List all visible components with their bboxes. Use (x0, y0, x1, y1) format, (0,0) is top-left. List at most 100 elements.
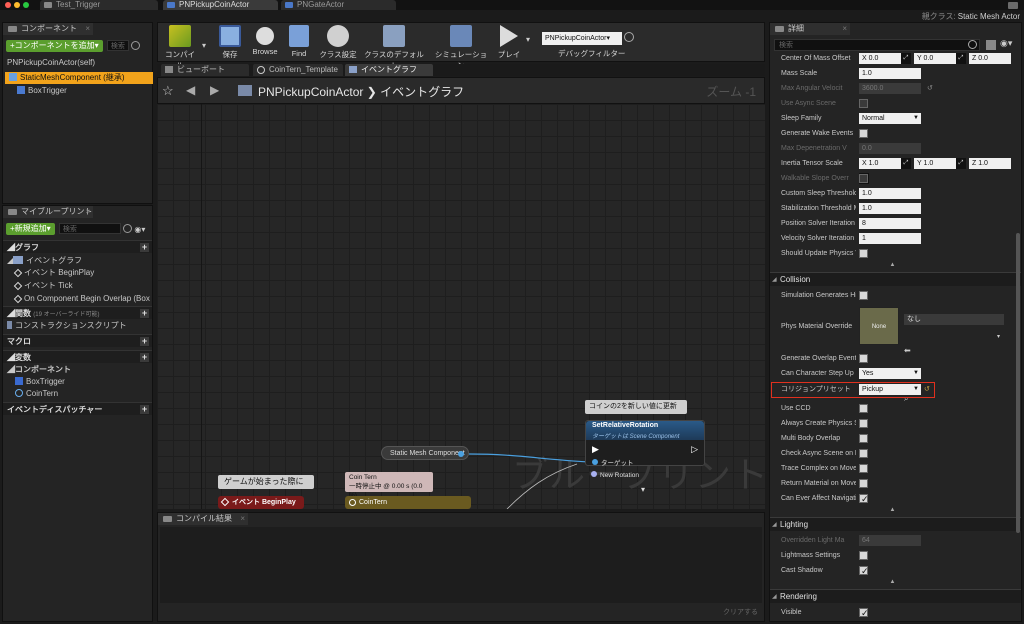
close-icon[interactable]: × (240, 513, 245, 525)
node-event-beginplay[interactable]: イベント BeginPlay (218, 496, 304, 509)
class-settings-button[interactable]: クラス設定 (316, 25, 360, 60)
checkbox[interactable] (859, 403, 868, 413)
property-value[interactable]: 1 (859, 231, 921, 246)
zoom-window-button[interactable] (23, 2, 29, 8)
property-value[interactable] (859, 96, 868, 111)
vector-arrow-icon[interactable]: ⤢ (956, 157, 966, 169)
add-component-button[interactable]: +コンポーネントを追加▾ (6, 40, 103, 52)
component-item-static-mesh[interactable]: StaticMeshComponent (継承) (5, 72, 153, 84)
add-graph-icon[interactable]: + (140, 243, 149, 252)
vector-arrow-icon[interactable]: ⤢ (901, 52, 911, 64)
property-value[interactable] (859, 446, 868, 461)
graph-section[interactable]: ◢グラフ + (3, 240, 152, 253)
node-set-relative-rotation[interactable]: SetRelativeRotation ターゲットは Scene Compone… (585, 420, 705, 467)
value-field[interactable]: 64 (859, 534, 921, 546)
checkbox[interactable] (859, 248, 868, 258)
play-button[interactable]: プレイ (494, 25, 524, 60)
node-static-mesh-component[interactable]: Static Mesh Component (381, 446, 469, 460)
advanced-toggle-collision[interactable]: ▲ (770, 506, 1015, 515)
forward-arrow-icon[interactable]: ▶ (210, 83, 219, 97)
property-value[interactable]: 8 (859, 216, 921, 231)
event-item-tick[interactable]: イベント Tick (13, 280, 73, 292)
tab-test-trigger[interactable]: Test_Trigger (40, 0, 158, 10)
event-item-beginplay[interactable]: イベント BeginPlay (13, 267, 94, 279)
variable-item-box-trigger[interactable]: BoxTrigger (15, 376, 65, 388)
checkbox[interactable] (859, 564, 869, 579)
save-button[interactable]: 保存 (214, 25, 246, 60)
component-root[interactable]: PNPickupCoinActor(self) (7, 57, 95, 69)
add-new-button[interactable]: +新規追加▾ (6, 223, 55, 235)
close-window-button[interactable] (5, 2, 11, 8)
event-item-begin-overlap[interactable]: On Component Begin Overlap (Box (13, 293, 150, 305)
section-collision[interactable]: Collision ◢ (770, 272, 1021, 286)
property-value[interactable] (859, 288, 868, 303)
value-field[interactable]: 1.0 (859, 187, 921, 199)
vector-arrow-icon[interactable]: ⤢ (956, 52, 966, 64)
eye-icon[interactable]: ◉▾ (134, 225, 146, 234)
vector-arrow-icon[interactable]: ⤢ (901, 157, 911, 169)
star-icon[interactable]: ☆ (162, 83, 174, 99)
property-value[interactable] (859, 620, 868, 621)
value-field[interactable]: Yes ▼ (859, 367, 921, 379)
add-function-icon[interactable]: + (140, 309, 149, 318)
my-blueprint-search-input[interactable]: 検索 (58, 223, 121, 234)
property-value[interactable]: Yes ▼ (859, 366, 921, 381)
debug-search-icon[interactable] (624, 32, 634, 42)
property-value[interactable] (859, 605, 869, 621)
checkbox[interactable] (859, 98, 868, 108)
value-field[interactable]: 1.0 (859, 67, 921, 79)
vector-component-y[interactable]: Y 1.0 (914, 157, 956, 169)
play-options-dropdown[interactable]: ▾ (526, 35, 530, 44)
search-icon[interactable] (123, 224, 133, 234)
breadcrumb-root[interactable]: PNPickupCoinActor (258, 85, 363, 99)
minimize-window-button[interactable] (14, 2, 20, 8)
details-scrollbar[interactable] (1016, 233, 1020, 533)
variable-item-cointern[interactable]: CoinTern (15, 388, 58, 400)
checkbox[interactable] (859, 418, 868, 428)
section-rendering[interactable]: Rendering ◢ (770, 589, 1021, 603)
property-value[interactable] (859, 351, 868, 366)
comment-update-rotation[interactable]: コインの2を新しい値に更新 (585, 400, 687, 414)
reset-icon[interactable]: ↺ (927, 85, 933, 92)
property-value[interactable]: 3600.0 ↺ (859, 81, 933, 96)
checkbox[interactable] (859, 173, 868, 183)
add-variable-icon[interactable]: + (140, 353, 149, 362)
property-value[interactable]: 1.0 (859, 66, 921, 81)
property-value[interactable]: 1.0 (859, 201, 921, 216)
variables-section[interactable]: ◢変数 + (3, 350, 152, 363)
property-value[interactable]: 64 (859, 533, 921, 548)
tab-cointern-template[interactable]: CoinTern_Template (253, 64, 343, 76)
event-graph-canvas[interactable]: ブループリント Static Mesh Component コインの2を新しい値… (157, 104, 765, 509)
search-icon[interactable] (968, 40, 977, 49)
comment-game-start[interactable]: ゲームが始まった際に (218, 475, 314, 489)
section-lighting[interactable]: Lighting ◢ (770, 517, 1021, 531)
construction-script-item[interactable]: コンストラクションスクリプト (7, 320, 127, 332)
phys-material-select[interactable]: なし (904, 314, 1004, 325)
checkbox[interactable] (859, 550, 868, 560)
advanced-toggle-lighting[interactable]: ▲ (770, 578, 1015, 587)
details-search-input[interactable]: 検索 (774, 39, 980, 51)
property-value[interactable] (859, 461, 868, 476)
eye-icon[interactable]: ◉▾ (1000, 38, 1012, 49)
property-value[interactable]: 0.0 (859, 141, 921, 156)
property-value[interactable]: None なし ▾ ⬅ ⌕ (859, 303, 1004, 403)
property-value[interactable] (859, 246, 868, 261)
checkbox[interactable] (859, 606, 869, 621)
property-value[interactable] (859, 548, 868, 563)
checkbox[interactable] (859, 478, 868, 488)
pin-target[interactable]: ターゲット (592, 457, 634, 467)
find-button[interactable]: Find (284, 25, 314, 58)
close-icon[interactable]: × (85, 23, 90, 35)
tab-event-graph[interactable]: イベントグラフ (345, 64, 433, 76)
components-search-input[interactable]: 検索 (106, 40, 129, 51)
node-cointern-timeline[interactable]: CoinTern (345, 496, 471, 509)
checkbox[interactable] (859, 463, 868, 473)
value-field[interactable]: 0.0 (859, 142, 921, 154)
checkbox[interactable] (859, 448, 868, 458)
close-icon[interactable]: × (85, 206, 90, 218)
checkbox[interactable] (859, 433, 868, 443)
vector-component-y[interactable]: Y 0.0 (914, 52, 956, 64)
debug-object-select[interactable]: PNPickupCoinActor▾ (542, 32, 622, 45)
vector-component-x[interactable]: X 1.0 (859, 157, 901, 169)
checkbox[interactable] (859, 128, 868, 138)
